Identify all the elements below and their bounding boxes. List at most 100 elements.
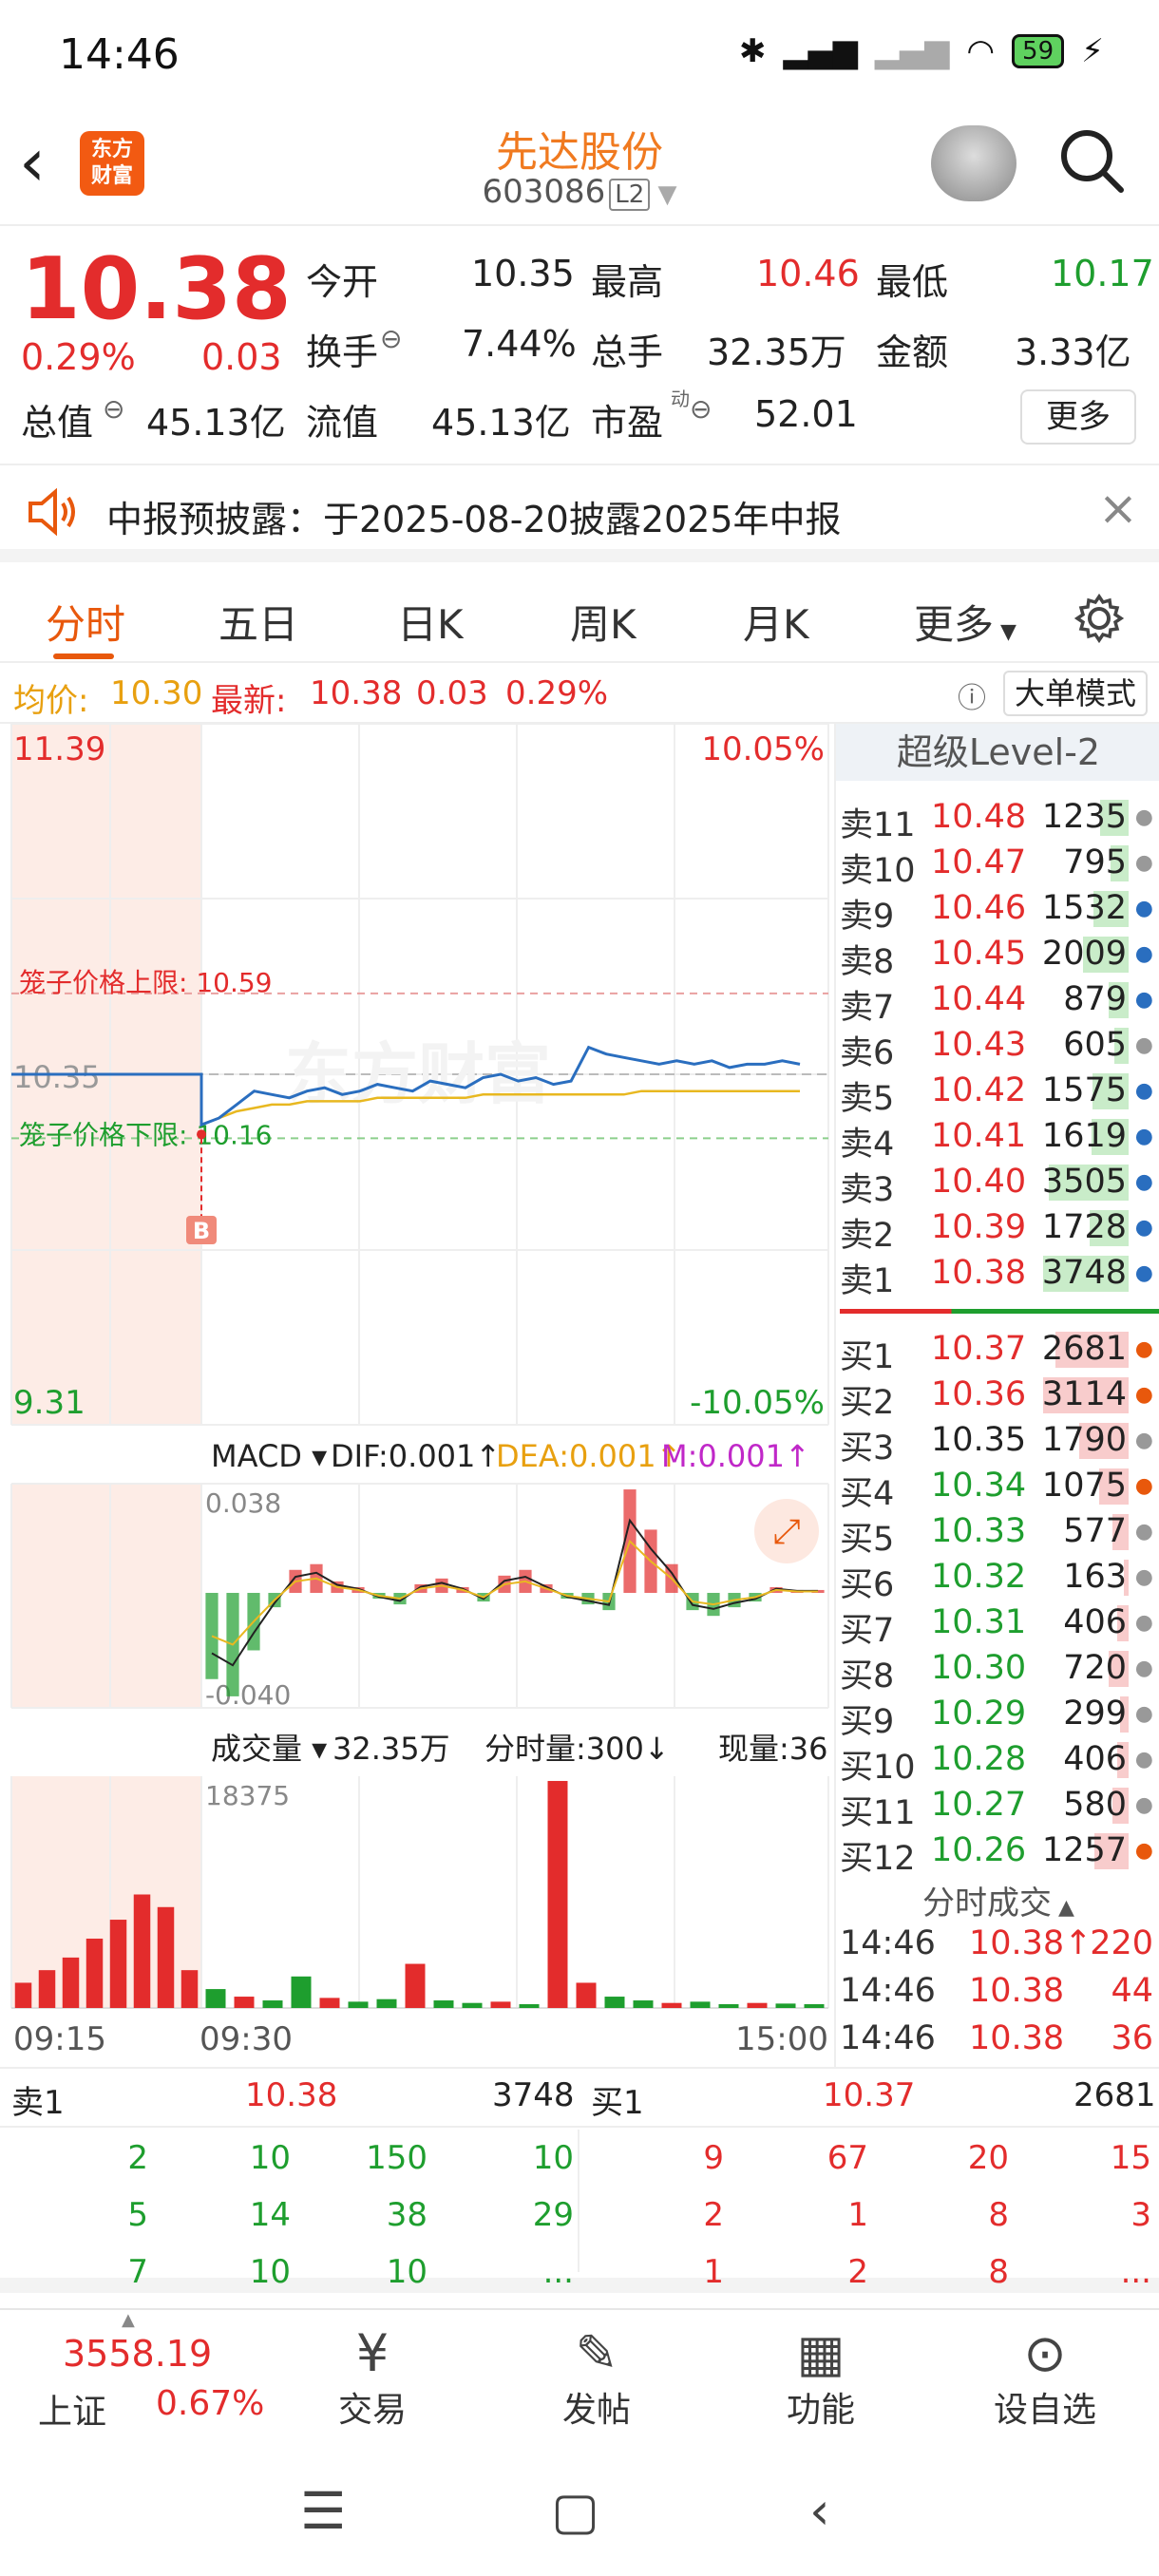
open-value: 10.35 — [471, 253, 575, 294]
back-nav-icon[interactable]: ‹ — [809, 2481, 830, 2541]
status-icons: ✱ ▂▄▆ ▂▄▆ ◠ 59 ⚡ — [739, 32, 1104, 70]
x-label-open-auction: 09:15 — [13, 2020, 106, 2058]
level-label: 卖3 — [840, 1171, 895, 1209]
level-volume: 406 — [1063, 1603, 1127, 1641]
big-order-mode-button[interactable]: 大单模式 — [1003, 671, 1148, 716]
intraday-chart[interactable]: 笼子价格上限: 10.59 笼子价格下限: 10.16 东方财富 11.39 9.31 1… — [0, 723, 832, 2067]
queue-summary: 卖1 10.38 3748 买1 10.37 2681 2 10 150 10 5 14 3… — [0, 2067, 1159, 2293]
index-change[interactable]: 0.67% — [156, 2384, 264, 2423]
queue-order: 2 — [127, 2139, 148, 2177]
y-top-pct-label: 10.05% — [701, 730, 825, 768]
gear-icon[interactable] — [1074, 593, 1125, 644]
trade-row: 14:46 10.38 44 — [836, 1970, 1159, 2016]
level-volume: 1257 — [1041, 1831, 1127, 1869]
level-label: 买5 — [840, 1521, 895, 1559]
tab-more[interactable]: 更多 ▼ — [914, 593, 1016, 651]
level-label: 卖10 — [840, 852, 916, 890]
info-icon[interactable]: ⊖ — [103, 393, 124, 425]
tab-five-day[interactable]: 五日 — [218, 593, 298, 651]
queue-order: 5 — [127, 2196, 148, 2234]
bid-row[interactable]: 买9 10.29 299 ● — [836, 1693, 1159, 1741]
quote-panel: 10.38 0.29% 0.03 今开 10.35 最高 10.46 最低 10… — [0, 228, 1159, 465]
field-label: 总手 — [591, 331, 664, 373]
nav-trade[interactable]: ¥ 交易 — [287, 2325, 458, 2432]
order-dot-icon: ● — [1134, 1125, 1153, 1148]
queue-order: 20 — [967, 2139, 1009, 2177]
ask-row[interactable]: 卖1 10.38 3748 ● — [836, 1252, 1159, 1300]
ask-row[interactable]: 卖8 10.45 2009 ● — [836, 933, 1159, 981]
bid-row[interactable]: 买8 10.30 720 ● — [836, 1647, 1159, 1695]
bid-row[interactable]: 买7 10.31 406 ● — [836, 1601, 1159, 1650]
more-button[interactable]: 更多 — [1020, 389, 1136, 445]
last-price: 10.38 — [21, 239, 292, 339]
index-name[interactable]: 上证 — [38, 2384, 106, 2434]
index-value[interactable]: 3558.19 — [63, 2333, 212, 2375]
tab-daily-k[interactable]: 日K — [397, 593, 464, 651]
nav-functions[interactable]: ▦ 功能 — [735, 2325, 906, 2432]
volume-bar — [157, 1906, 175, 2008]
bid-row[interactable]: 买5 10.33 577 ● — [836, 1510, 1159, 1559]
ask-row[interactable]: 卖2 10.39 1728 ● — [836, 1206, 1159, 1255]
assistant-robot-icon[interactable] — [931, 125, 1016, 201]
level-price: 10.38 — [931, 1254, 1027, 1292]
nav-add-watchlist[interactable]: ⊙ 设自选 — [960, 2325, 1130, 2432]
tab-monthly-k[interactable]: 月K — [743, 593, 809, 651]
level2-title: 超级Level-2 — [836, 724, 1159, 781]
bid-row[interactable]: 买12 10.26 1257 ● — [836, 1829, 1159, 1878]
help-icon[interactable]: ⓘ — [958, 674, 986, 716]
search-icon[interactable] — [1056, 125, 1127, 196]
order-dot-icon: ● — [1134, 942, 1153, 966]
menu-icon[interactable]: ☰ — [300, 2481, 346, 2541]
info-icon[interactable]: ⊖ — [380, 323, 402, 354]
order-dot-icon: ● — [1134, 1611, 1153, 1635]
order-dot-icon: ● — [1134, 897, 1153, 920]
chart-svg[interactable]: 笼子价格上限: 10.59笼子价格下限: 10.16东方财富11.399.311… — [0, 723, 832, 2067]
order-dot-icon: ● — [1134, 1520, 1153, 1544]
ask-row[interactable]: 卖6 10.43 605 ● — [836, 1024, 1159, 1072]
queue-order: 8 — [988, 2196, 1009, 2234]
nav-post[interactable]: ✎ 发帖 — [511, 2325, 682, 2432]
queue-order: 2 — [703, 2196, 724, 2234]
bid-row[interactable]: 买6 10.32 163 ● — [836, 1556, 1159, 1604]
trade-row: 14:46 10.38 36 — [836, 2017, 1159, 2063]
buy-label: 买1 — [591, 2084, 644, 2122]
volume-indicator-selector[interactable]: 成交量 ▾ — [211, 1731, 327, 1767]
field-label: 最低 — [876, 261, 949, 303]
level-price: 10.48 — [931, 798, 1027, 836]
level-volume: 406 — [1063, 1740, 1127, 1778]
trades-title[interactable]: 分时成交 ▲ — [836, 1877, 1159, 1923]
bid-row[interactable]: 买11 10.27 580 ● — [836, 1784, 1159, 1832]
ask-row[interactable]: 卖7 10.44 879 ● — [836, 978, 1159, 1027]
ask-row[interactable]: 卖4 10.41 1619 ● — [836, 1115, 1159, 1164]
sell-label: 卖1 — [11, 2084, 65, 2122]
ask-row[interactable]: 卖5 10.42 1575 ● — [836, 1070, 1159, 1118]
edit-icon: ✎ — [575, 2323, 618, 2383]
level-label: 买7 — [840, 1612, 895, 1650]
ask-row[interactable]: 卖3 10.40 3505 ● — [836, 1161, 1159, 1209]
home-icon[interactable]: ▢ — [551, 2481, 599, 2541]
bid-row[interactable]: 买1 10.37 2681 ● — [836, 1328, 1159, 1376]
notice-bar[interactable]: 中报预披露：于2025-08-20披露2025年中报 × — [0, 467, 1159, 562]
ask-row[interactable]: 卖10 10.47 795 ● — [836, 842, 1159, 890]
queue-order: 10 — [249, 2253, 291, 2291]
level-volume: 1575 — [1041, 1071, 1127, 1109]
y-top-label: 11.39 — [13, 730, 105, 768]
bid-row[interactable]: 买2 10.36 3114 ● — [836, 1373, 1159, 1422]
volume-bar — [291, 1976, 312, 2008]
ask-row[interactable]: 卖11 10.48 1235 ● — [836, 796, 1159, 844]
queue-order: 3 — [1130, 2196, 1151, 2234]
volume-bar — [547, 1780, 568, 2008]
info-icon[interactable]: ⊖ — [690, 393, 712, 425]
level-volume: 299 — [1063, 1695, 1127, 1733]
order-dot-icon: ● — [1134, 1429, 1153, 1452]
bid-row[interactable]: 买4 10.34 1075 ● — [836, 1465, 1159, 1513]
bid-row[interactable]: 买3 10.35 1790 ● — [836, 1419, 1159, 1468]
active-tab-indicator — [53, 653, 114, 659]
volume-bar — [348, 2001, 369, 2008]
tab-weekly-k[interactable]: 周K — [570, 593, 636, 651]
close-icon[interactable]: × — [1098, 481, 1138, 536]
tab-intraday[interactable]: 分时 — [46, 593, 125, 651]
bid-row[interactable]: 买10 10.28 406 ● — [836, 1738, 1159, 1787]
macd-indicator-selector[interactable]: MACD ▾ — [211, 1438, 327, 1474]
ask-row[interactable]: 卖9 10.46 1532 ● — [836, 887, 1159, 936]
